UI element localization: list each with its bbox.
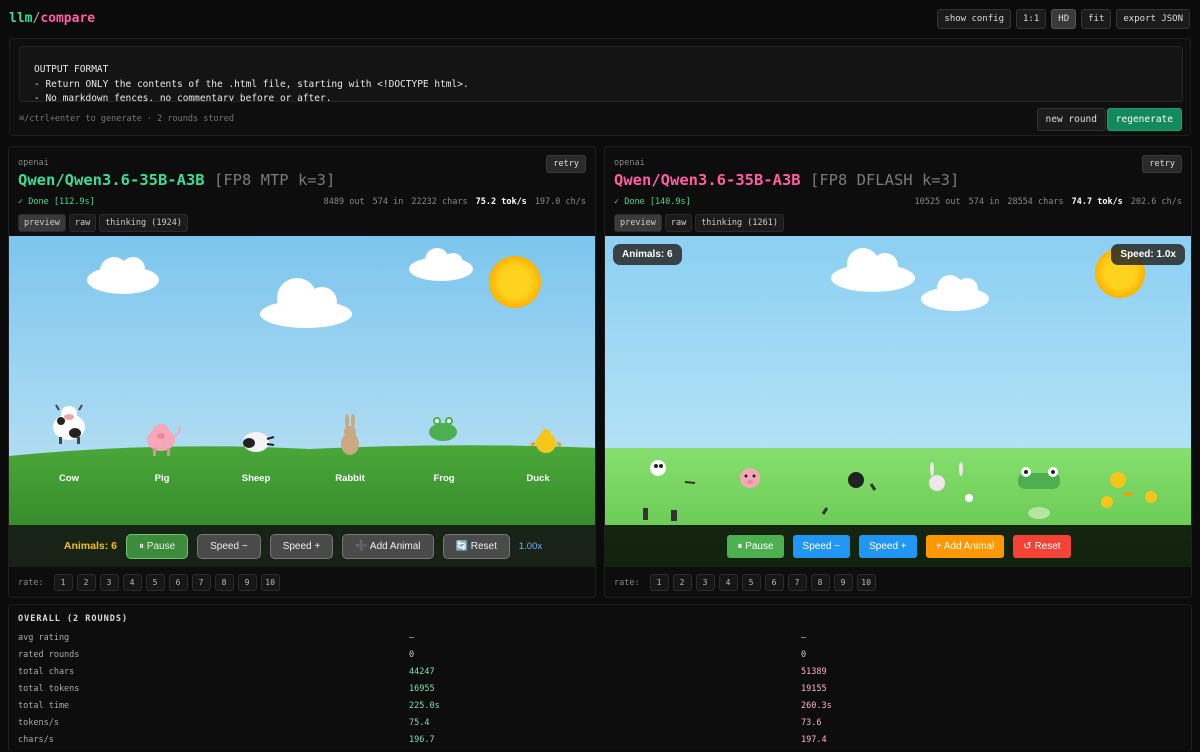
prompt-section: OUTPUT FORMAT - Return ONLY the contents… (9, 38, 1191, 136)
farm-scene-graphic (605, 236, 1191, 567)
overall-row: total time 225.0s 260.3s (18, 701, 832, 711)
rate-button[interactable]: 1 (53, 574, 73, 591)
overall-summary: OVERALL (2 ROUNDS) avg rating — — rated ro… (8, 604, 1192, 750)
scene-controls: ⏸ Pause Speed − Speed + + Add Animal ↺ R… (605, 525, 1191, 567)
rate-button[interactable]: 6 (168, 574, 188, 591)
animal-label-duck: Duck (526, 473, 550, 484)
animal-label-cow: Cow (58, 473, 80, 484)
rate-button[interactable]: 7 (191, 574, 211, 591)
tab-thinking[interactable]: thinking (1261) (695, 214, 784, 232)
speed-up-button[interactable]: Speed + (269, 533, 334, 559)
stats-line: 10525 out 574 in 28554 chars 74.7 tok/s 202.… (914, 197, 1182, 207)
provider-label: openai (614, 158, 645, 168)
animal-count: Animals: 6 (63, 540, 117, 552)
animal-count-badge: Animals: 6 (613, 244, 682, 265)
overall-row: total chars 44247 51389 (18, 667, 827, 677)
rate-button[interactable]: 3 (99, 574, 119, 591)
overall-row: chars/s 196.7 197.4 (18, 735, 827, 745)
tab-preview[interactable]: preview (18, 214, 66, 232)
sun-icon (489, 256, 541, 308)
rate-button[interactable]: 2 (672, 574, 692, 591)
pig-icon (740, 468, 760, 488)
rating-bar: rate: 1 2 3 4 5 6 7 8 9 10 (614, 574, 876, 591)
regenerate-button[interactable]: regenerate (1106, 108, 1182, 131)
rating-bar: rate: 1 2 3 4 5 6 7 8 9 10 (18, 574, 280, 591)
retry-button[interactable]: retry (1142, 155, 1182, 173)
animal-label-rabbit: Rabbit (335, 473, 365, 484)
speed-up-button[interactable]: Speed + (859, 534, 917, 558)
model-panel-right: openai retry Qwen/Qwen3.6-35B-A3B [FP8 D… (604, 146, 1192, 598)
prompt-textarea[interactable]: OUTPUT FORMAT - Return ONLY the contents… (19, 46, 1183, 102)
status-text: ✓ Done [112.9s] (18, 197, 95, 207)
animal-label-sheep: Sheep (241, 473, 271, 484)
tab-raw[interactable]: raw (68, 214, 97, 232)
rate-button[interactable]: 7 (787, 574, 807, 591)
provider-label: openai (18, 158, 49, 168)
rate-button[interactable]: 10 (856, 574, 876, 591)
rate-button[interactable]: 8 (214, 574, 234, 591)
overall-row: total tokens 16955 19155 (18, 684, 827, 694)
farm-scene-graphic (9, 236, 595, 567)
rate-button[interactable]: 3 (695, 574, 715, 591)
rate-button[interactable]: 9 (833, 574, 853, 591)
speed-readout: 1.00x (518, 540, 543, 552)
rate-button[interactable]: 10 (260, 574, 280, 591)
tab-raw[interactable]: raw (664, 214, 693, 232)
app-logo: llm/compare (9, 11, 96, 26)
rate-button[interactable]: 5 (145, 574, 165, 591)
overall-row: tokens/s 75.4 73.6 (18, 718, 822, 728)
generate-hint: ⌘/ctrl+enter to generate · 2 rounds stor… (19, 114, 234, 124)
rate-button[interactable]: 4 (718, 574, 738, 591)
tab-thinking[interactable]: thinking (1924) (99, 214, 188, 232)
model-name: Qwen/Qwen3.6-35B-A3B [FP8 MTP k=3] (18, 171, 336, 189)
top-bar: llm/compare show config 1:1 HD fit expor… (0, 0, 1200, 36)
one-to-one-button[interactable]: 1:1 (1016, 9, 1047, 29)
overall-row: avg rating — — (18, 633, 807, 643)
animal-label-frog: Frog (433, 473, 455, 484)
show-config-button[interactable]: show config (937, 9, 1012, 29)
overall-row: rated rounds 0 0 (18, 650, 807, 660)
model-panel-left: openai retry Qwen/Qwen3.6-35B-A3B [FP8 M… (8, 146, 596, 598)
rate-button[interactable]: 1 (649, 574, 669, 591)
tab-preview[interactable]: preview (614, 214, 662, 232)
stats-line: 8489 out 574 in 22232 chars 75.2 tok/s 197.0… (323, 197, 586, 207)
rate-button[interactable]: 4 (122, 574, 142, 591)
pause-button[interactable]: ⏸ Pause (126, 533, 189, 559)
pause-button[interactable]: ⏸ Pause (727, 534, 784, 558)
overall-title: OVERALL (2 ROUNDS) (18, 614, 129, 624)
animal-label-pig: Pig (154, 473, 170, 484)
add-animal-button[interactable]: ➕ Add Animal (342, 533, 434, 559)
retry-button[interactable]: retry (546, 155, 586, 173)
add-animal-button[interactable]: + Add Animal (925, 534, 1005, 558)
rate-button[interactable]: 5 (741, 574, 761, 591)
model-name: Qwen/Qwen3.6-35B-A3B [FP8 DFLASH k=3] (614, 171, 960, 189)
rate-button[interactable]: 2 (76, 574, 96, 591)
hd-button[interactable]: HD (1051, 9, 1077, 29)
reset-button[interactable]: ↺ Reset (1013, 534, 1071, 558)
speed-badge: Speed: 1.0x (1111, 244, 1185, 265)
speed-down-button[interactable]: Speed − (197, 533, 261, 559)
preview-scene: Cow Pig Sheep Rabbit Frog Duck Animals: … (9, 236, 595, 567)
rate-button[interactable]: 6 (764, 574, 784, 591)
fit-button[interactable]: fit (1081, 9, 1112, 29)
rate-button[interactable]: 9 (237, 574, 257, 591)
scene-controls: Animals: 6 ⏸ Pause Speed − Speed + ➕ Add… (9, 525, 595, 567)
speed-down-button[interactable]: Speed − (792, 534, 851, 558)
preview-scene: Animals: 6 Speed: 1.0x ⏸ Pause Speed − S… (605, 236, 1191, 567)
rate-button[interactable]: 8 (810, 574, 830, 591)
new-round-button[interactable]: new round (1036, 108, 1106, 131)
reset-button[interactable]: 🔄 Reset (442, 533, 510, 559)
export-json-button[interactable]: export JSON (1116, 9, 1190, 29)
status-text: ✓ Done [140.9s] (614, 197, 691, 207)
